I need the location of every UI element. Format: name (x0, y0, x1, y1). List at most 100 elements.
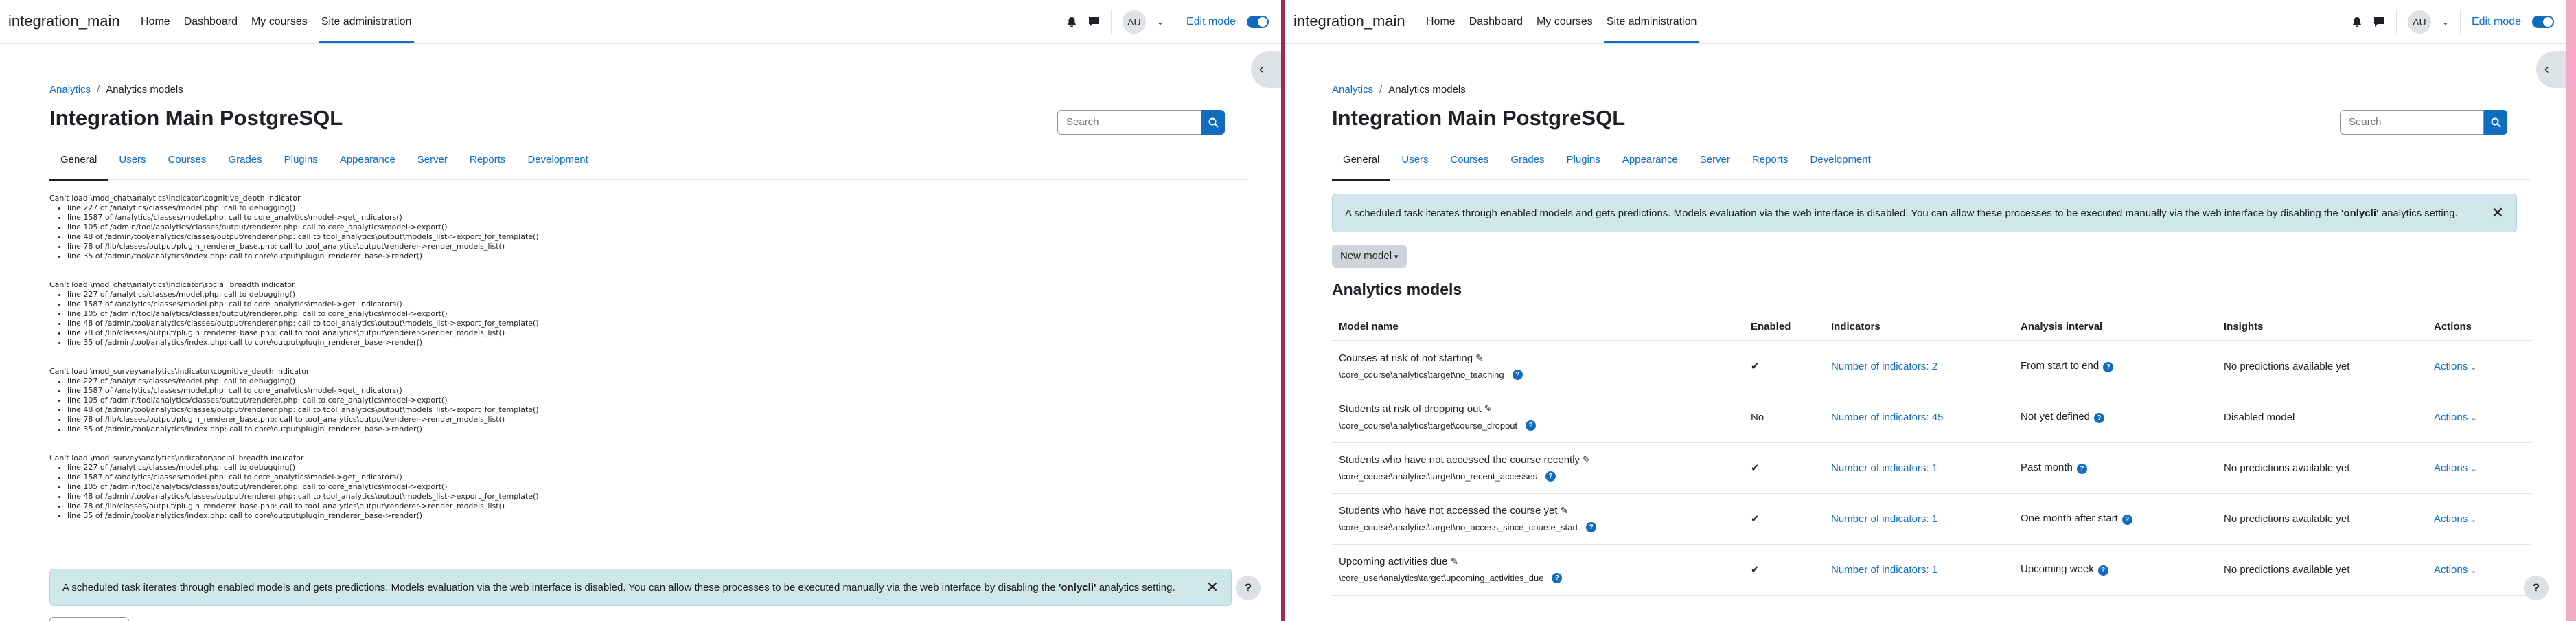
tab-appearance[interactable]: Appearance (329, 150, 406, 180)
col-insights: Insights (2217, 313, 2427, 341)
chevron-down-icon[interactable]: ⌄ (1157, 17, 1164, 27)
nav-my-courses[interactable]: My courses (1530, 0, 1600, 44)
help-icon[interactable]: ? (1552, 573, 1563, 583)
nav-site-administration[interactable]: Site administration (314, 0, 419, 44)
breadcrumb-analytics[interactable]: Analytics (49, 84, 91, 95)
indicators-link[interactable]: Number of indicators: 2 (1831, 361, 1937, 372)
close-icon[interactable]: ✕ (2492, 204, 2504, 222)
search-icon (1208, 117, 1219, 128)
actions-menu[interactable]: Actions ⌄ (2434, 462, 2476, 474)
pencil-icon[interactable]: ✎ (1583, 454, 1591, 465)
tab-reports[interactable]: Reports (1741, 150, 1799, 180)
screen-edge-strip (2566, 0, 2576, 621)
pencil-icon[interactable]: ✎ (1475, 352, 1484, 363)
user-avatar[interactable]: AU (2407, 10, 2431, 34)
tab-general[interactable]: General (49, 150, 108, 181)
chevron-down-icon[interactable]: ⌄ (2442, 17, 2449, 27)
actions-menu[interactable]: Actions ⌄ (2434, 513, 2476, 525)
search-input[interactable]: Search (1057, 110, 1201, 135)
indicators-link[interactable]: Number of indicators: 1 (1831, 462, 1937, 474)
site-brand[interactable]: integration_main (8, 12, 120, 30)
bell-icon[interactable] (2351, 16, 2362, 28)
actions-menu[interactable]: Actions ⌄ (2434, 361, 2476, 372)
tab-development[interactable]: Development (1799, 150, 1881, 180)
user-avatar[interactable]: AU (1122, 10, 1146, 34)
debug-line: line 227 of /analytics/classes/model.php… (67, 376, 1258, 386)
close-icon[interactable]: ✕ (1206, 578, 1219, 596)
search-button[interactable] (2484, 110, 2507, 135)
tab-appearance[interactable]: Appearance (1611, 150, 1689, 180)
drawer-toggle-button[interactable]: ‹ (1251, 51, 1281, 88)
pencil-icon[interactable]: ✎ (1561, 505, 1569, 516)
tab-development[interactable]: Development (516, 150, 599, 180)
tab-grades[interactable]: Grades (217, 150, 273, 180)
tab-server[interactable]: Server (406, 150, 459, 180)
chat-icon[interactable] (1088, 16, 1100, 27)
breadcrumb-current: Analytics models (106, 84, 183, 95)
interval-value: From start to end (2021, 360, 2100, 372)
search-input[interactable]: Search (2340, 110, 2484, 135)
edit-mode-toggle[interactable] (1247, 16, 1269, 28)
chat-icon[interactable] (2373, 16, 2385, 27)
drawer-toggle-button[interactable]: ‹ (2536, 51, 2566, 88)
debug-line: line 227 of /analytics/classes/model.php… (67, 290, 1258, 300)
bell-icon[interactable] (1066, 16, 1077, 28)
help-icon[interactable]: ? (2076, 464, 2087, 474)
help-icon[interactable]: ? (1586, 522, 1597, 532)
nav-dashboard[interactable]: Dashboard (1462, 0, 1530, 44)
help-icon[interactable]: ? (2097, 565, 2108, 576)
help-button[interactable]: ? (2524, 576, 2549, 600)
search-button[interactable] (1201, 110, 1225, 135)
debug-line: line 227 of /analytics/classes/model.php… (67, 463, 1258, 473)
nav-site-administration[interactable]: Site administration (1600, 0, 1704, 44)
tab-courses[interactable]: Courses (157, 150, 218, 180)
tab-grades[interactable]: Grades (1499, 150, 1555, 180)
admin-tabs: General Users Courses Grades Plugins App… (1332, 150, 2530, 181)
top-navbar: integration_main Home Dashboard My cours… (0, 0, 1281, 44)
actions-menu[interactable]: Actions ⌄ (2434, 411, 2476, 423)
models-table: Model name Enabled Indicators Analysis i… (1332, 313, 2531, 596)
tab-plugins[interactable]: Plugins (1556, 150, 1611, 180)
indicators-link[interactable]: Number of indicators: 1 (1831, 513, 1937, 525)
edit-mode-toggle[interactable] (2532, 16, 2554, 28)
debug-line: line 78 of /lib/classes/output/plugin_re… (67, 415, 1258, 425)
tab-plugins[interactable]: Plugins (273, 150, 329, 180)
help-icon[interactable]: ? (1545, 471, 1556, 482)
breadcrumb-analytics[interactable]: Analytics (1332, 84, 1373, 95)
tab-reports[interactable]: Reports (459, 150, 517, 180)
new-model-button[interactable]: New model ▾ (1332, 245, 1407, 268)
pencil-icon[interactable]: ✎ (1450, 556, 1458, 567)
tab-server[interactable]: Server (1689, 150, 1741, 180)
chevron-down-icon: ⌄ (2470, 464, 2477, 473)
nav-home[interactable]: Home (1419, 0, 1462, 44)
partial-button[interactable] (49, 617, 129, 621)
help-button[interactable]: ? (1236, 576, 1261, 600)
help-icon[interactable]: ? (1512, 370, 1523, 381)
help-icon[interactable]: ? (2121, 515, 2132, 525)
site-brand[interactable]: integration_main (1293, 12, 1405, 30)
alert-text-start: A scheduled task iterates through enable… (62, 581, 1059, 594)
nav-home[interactable]: Home (134, 0, 177, 44)
indicators-link[interactable]: Number of indicators: 1 (1831, 564, 1937, 576)
debug-line: line 1587 of /analytics/classes/model.ph… (67, 213, 1258, 223)
help-icon[interactable]: ? (2103, 362, 2114, 373)
nav-dashboard[interactable]: Dashboard (177, 0, 244, 44)
tab-users[interactable]: Users (108, 150, 157, 180)
pencil-icon[interactable]: ✎ (1484, 403, 1493, 414)
nav-my-courses[interactable]: My courses (244, 0, 314, 44)
question-icon: ? (1244, 581, 1252, 594)
nav-separator (2459, 10, 2461, 34)
help-icon[interactable]: ? (2093, 413, 2104, 423)
alert-text-end: analytics setting. (1096, 581, 1175, 594)
actions-menu[interactable]: Actions ⌄ (2434, 564, 2476, 576)
tab-general[interactable]: General (1332, 150, 1391, 181)
debug-heading: Can't load \mod_survey\analytics\indicat… (49, 367, 310, 376)
debug-line: line 78 of /lib/classes/output/plugin_re… (67, 242, 1258, 251)
help-icon[interactable]: ? (1526, 420, 1537, 431)
edit-mode-label[interactable]: Edit mode (2472, 16, 2521, 28)
edit-mode-label[interactable]: Edit mode (1186, 16, 1236, 28)
indicators-link[interactable]: Number of indicators: 45 (1831, 411, 1943, 423)
tab-users[interactable]: Users (1390, 150, 1439, 180)
tab-courses[interactable]: Courses (1440, 150, 1500, 180)
admin-search: Search (2340, 110, 2507, 135)
